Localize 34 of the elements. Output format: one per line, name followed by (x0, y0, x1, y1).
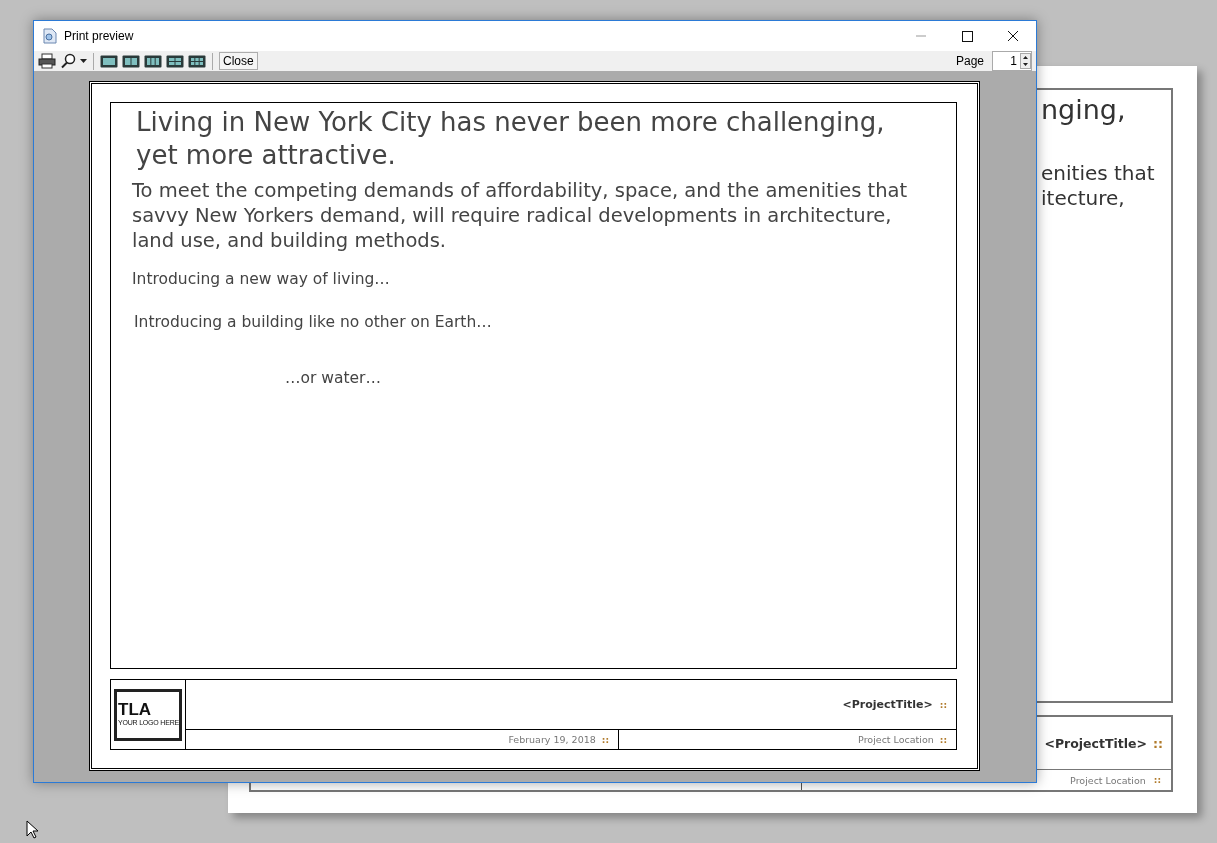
separator-mark: :: (939, 699, 947, 710)
page-layout-icon[interactable] (100, 54, 118, 68)
mouse-pointer-icon (26, 820, 38, 839)
printer-icon[interactable] (38, 53, 56, 69)
separator-mark: :: (601, 734, 609, 745)
heading-fragment: nging, (1041, 94, 1127, 125)
caret-icon[interactable] (80, 59, 87, 63)
project-location: Project Location (1070, 774, 1146, 786)
project-title: <ProjectTitle> (1044, 735, 1147, 751)
text-line: Introducing a new way of living… (132, 270, 391, 288)
separator-mark: :: (1153, 775, 1161, 785)
text-line: Introducing a building like no other on Earth… (134, 313, 493, 331)
close-button[interactable]: Close (219, 52, 258, 70)
separator-mark: :: (939, 734, 947, 745)
project-title: <ProjectTitle> (842, 698, 933, 711)
paragraph: To meet the competing demands of affordability, space, and the amenities that savvy New Yorkers demand, will require radical developments in architecture, land use, and building methods. (132, 178, 909, 253)
date: February 19, 2018 (508, 734, 596, 745)
paragraph-fragment: itecture, (1041, 186, 1126, 211)
search-icon[interactable] (60, 53, 78, 69)
paragraph-fragment: enities that (1041, 161, 1156, 186)
logo-text: TLA (118, 702, 152, 718)
window-title: Print preview (64, 29, 134, 43)
page-layout-icon[interactable] (122, 54, 140, 68)
page-number-field[interactable]: 1 (992, 51, 1032, 71)
page-layout-icon[interactable] (166, 54, 184, 68)
heading: Living in New York City has never been more challenging, yet more attractive. (136, 106, 886, 172)
page-label: Page (955, 54, 984, 68)
page-layout-icon[interactable] (144, 54, 162, 68)
project-location: Project Location (858, 734, 934, 745)
spinner-arrows-icon[interactable] (1020, 53, 1031, 69)
text-line: …or water… (285, 369, 382, 387)
page-layout-icon[interactable] (188, 54, 206, 68)
document-icon (43, 28, 57, 44)
separator-mark: :: (1153, 735, 1163, 751)
